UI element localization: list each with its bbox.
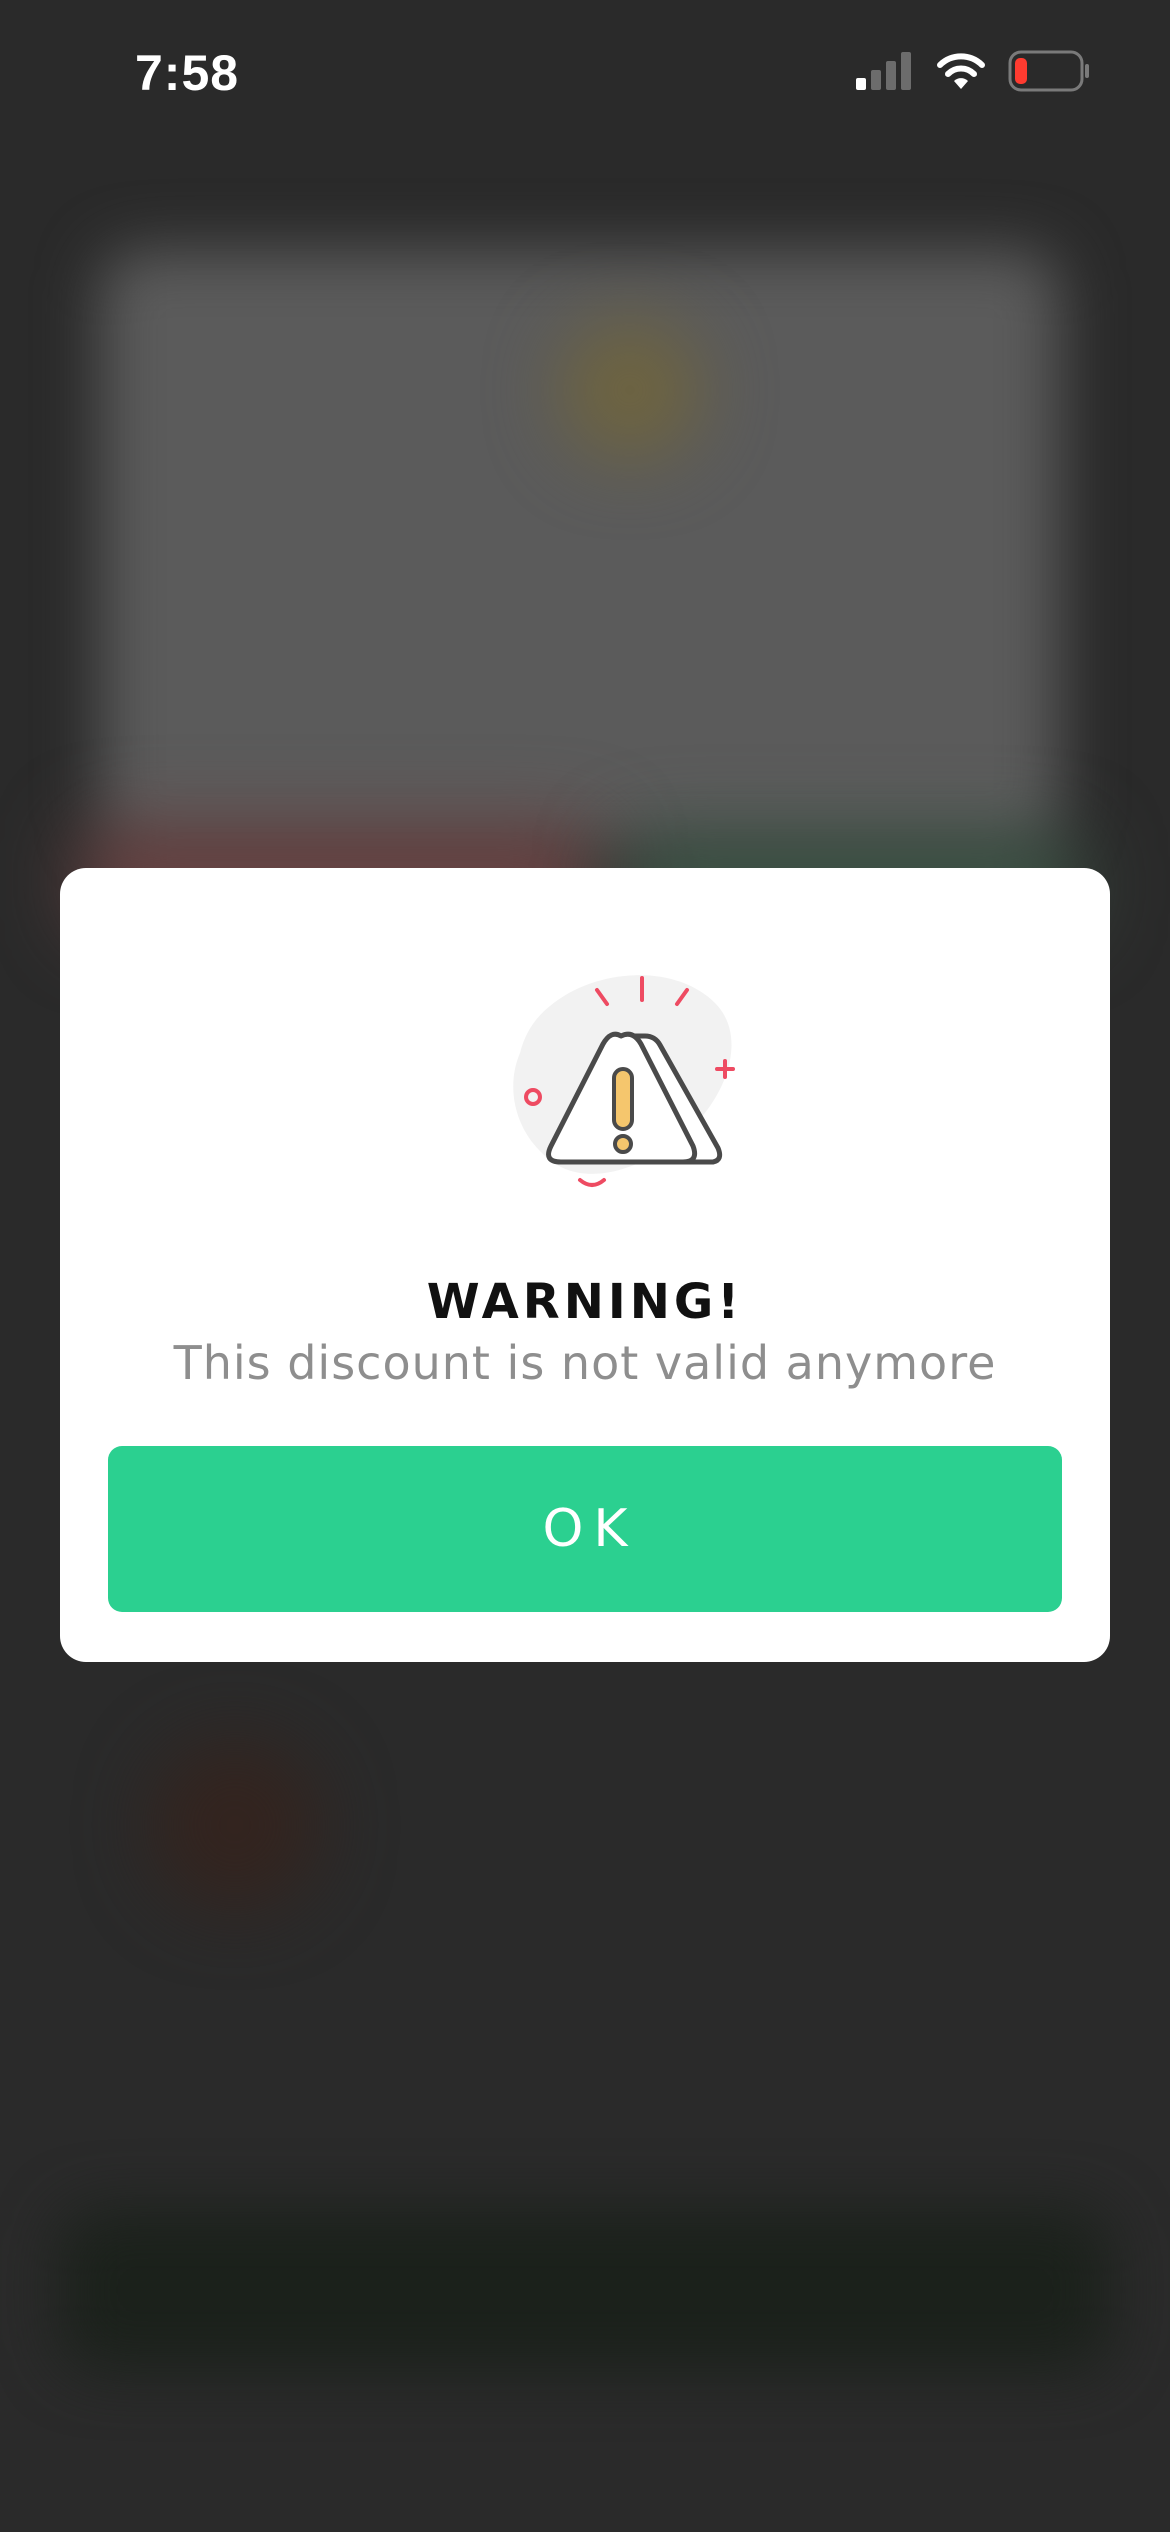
ok-button[interactable]: OK [108,1446,1062,1612]
status-time: 7:58 [135,45,240,101]
warning-dialog: WARNING! This discount is not valid anym… [60,868,1110,1662]
dialog-message: This discount is not valid anymore [173,1336,997,1390]
wifi-icon [934,51,988,91]
battery-low-icon [1008,50,1090,92]
background-bottom-bar [60,2210,1110,2370]
warning-triangle-icon [513,975,735,1187]
status-icons [856,50,1090,92]
warning-illustration [60,918,1110,1187]
dialog-title: WARNING! [426,1274,744,1330]
background-image-blob [560,320,700,460]
ok-button-label: OK [542,1499,638,1559]
background-dark-blob [150,1740,320,1910]
status-bar: 7:58 [0,0,1170,150]
cellular-signal-icon [856,52,914,90]
